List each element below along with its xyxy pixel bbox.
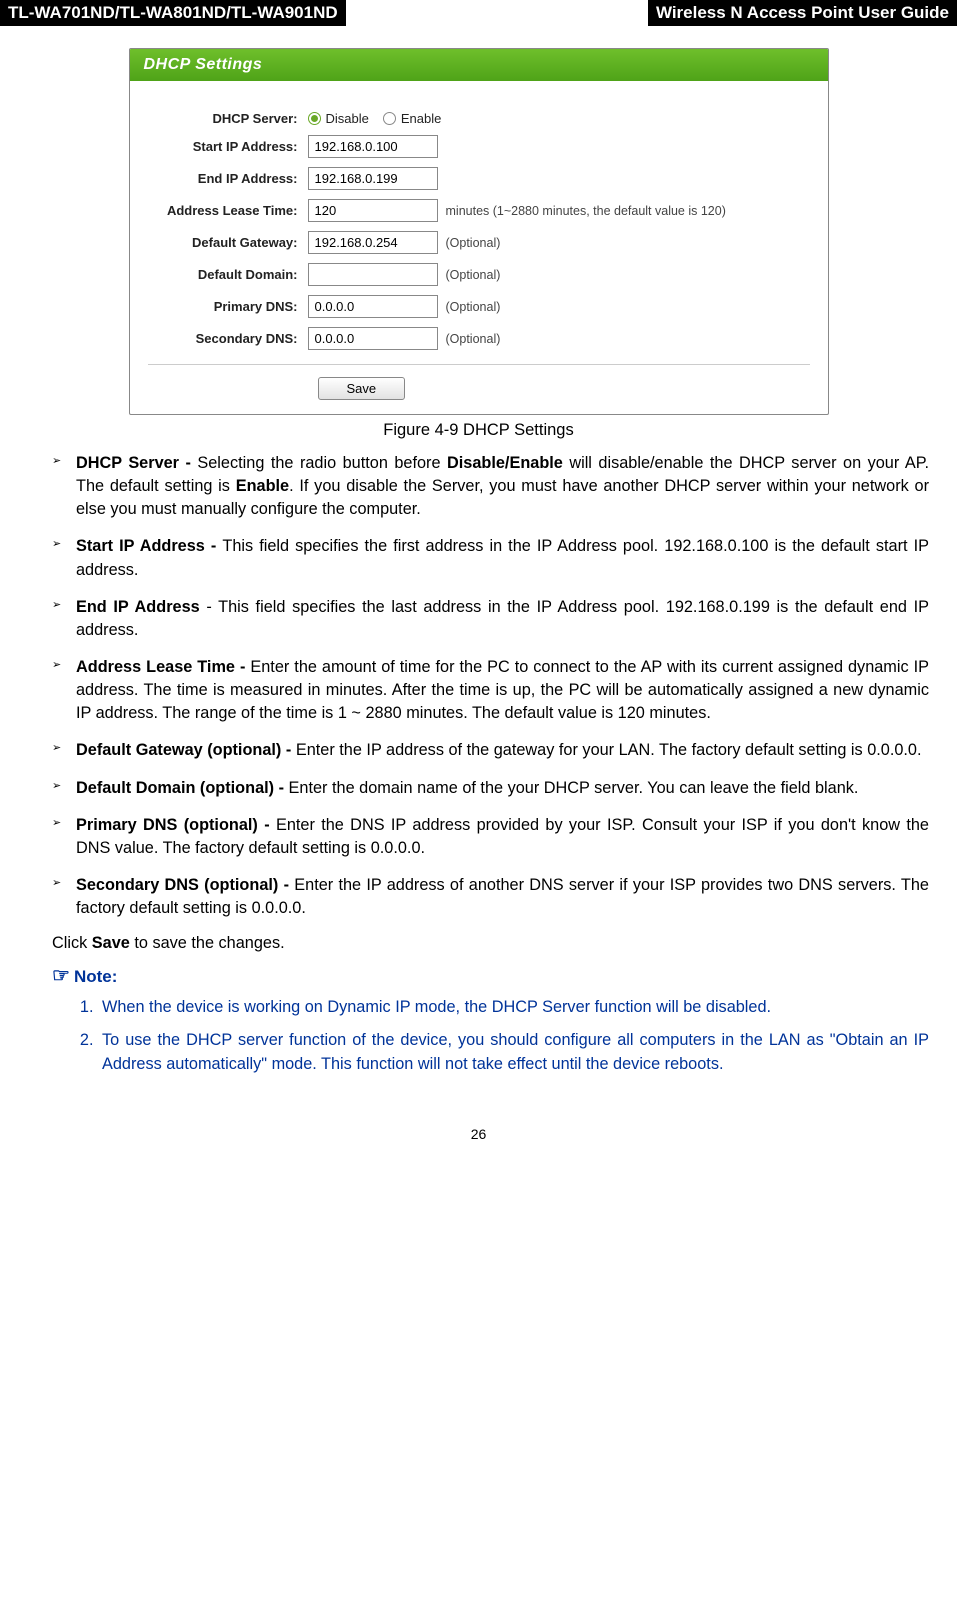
input-lease[interactable] xyxy=(308,199,438,222)
description-list: DHCP Server - Selecting the radio button… xyxy=(28,452,929,920)
b2-strong: Start IP Address - xyxy=(76,537,222,555)
row-lease: Address Lease Time: minutes (1~2880 minu… xyxy=(148,199,810,222)
label-end-ip: End IP Address: xyxy=(148,171,308,186)
bullet-lease: Address Lease Time - Enter the amount of… xyxy=(52,656,929,725)
note-label: Note: xyxy=(74,967,117,986)
click-save-pre: Click xyxy=(52,934,92,952)
radio-disable[interactable]: Disable xyxy=(308,111,369,126)
label-lease: Address Lease Time: xyxy=(148,203,308,218)
input-gateway[interactable] xyxy=(308,231,438,254)
label-domain: Default Domain: xyxy=(148,267,308,282)
b8-strong: Secondary DNS (optional) - xyxy=(76,876,294,894)
click-save-bold: Save xyxy=(92,934,130,952)
b7-strong: Primary DNS (optional) - xyxy=(76,816,276,834)
save-row: Save xyxy=(148,364,810,400)
row-end-ip: End IP Address: xyxy=(148,167,810,190)
row-gateway: Default Gateway: (Optional) xyxy=(148,231,810,254)
row-primary-dns: Primary DNS: (Optional) xyxy=(148,295,810,318)
hint-primary-dns: (Optional) xyxy=(446,300,501,314)
row-domain: Default Domain: (Optional) xyxy=(148,263,810,286)
panel-title: DHCP Settings xyxy=(130,49,828,81)
input-end-ip[interactable] xyxy=(308,167,438,190)
note-2: To use the DHCP server function of the d… xyxy=(98,1029,929,1075)
save-button[interactable]: Save xyxy=(318,377,406,400)
input-secondary-dns[interactable] xyxy=(308,327,438,350)
input-domain[interactable] xyxy=(308,263,438,286)
input-primary-dns[interactable] xyxy=(308,295,438,318)
b6-strong: Default Domain (optional) - xyxy=(76,779,289,797)
b1-strong: DHCP Server - xyxy=(76,454,197,472)
note-1: When the device is working on Dynamic IP… xyxy=(98,996,929,1019)
radio-enable-label: Enable xyxy=(401,111,441,126)
label-dhcp-server: DHCP Server: xyxy=(148,111,308,126)
b3-text: - This field specifies the last address … xyxy=(76,598,929,639)
hint-lease: minutes (1~2880 minutes, the default val… xyxy=(446,204,726,218)
hint-gateway: (Optional) xyxy=(446,236,501,250)
bullet-primary-dns: Primary DNS (optional) - Enter the DNS I… xyxy=(52,814,929,860)
b5-text: Enter the IP address of the gateway for … xyxy=(296,741,922,759)
row-secondary-dns: Secondary DNS: (Optional) xyxy=(148,327,810,350)
bullet-gateway: Default Gateway (optional) - Enter the I… xyxy=(52,739,929,762)
click-save-line: Click Save to save the changes. xyxy=(28,934,929,953)
input-start-ip[interactable] xyxy=(308,135,438,158)
page-number: 26 xyxy=(28,1126,929,1142)
page-header: TL-WA701ND/TL-WA801ND/TL-WA901ND Wireles… xyxy=(0,0,957,26)
radio-disable-label: Disable xyxy=(326,111,369,126)
dhcp-settings-panel: DHCP Settings DHCP Server: Disable Enabl… xyxy=(129,48,829,415)
row-dhcp-server: DHCP Server: Disable Enable xyxy=(148,111,810,126)
b5-strong: Default Gateway (optional) - xyxy=(76,741,296,759)
b4-strong: Address Lease Time - xyxy=(76,658,250,676)
radio-selected-icon xyxy=(308,112,321,125)
figure-caption: Figure 4-9 DHCP Settings xyxy=(28,421,929,440)
hint-secondary-dns: (Optional) xyxy=(446,332,501,346)
row-start-ip: Start IP Address: xyxy=(148,135,810,158)
label-primary-dns: Primary DNS: xyxy=(148,299,308,314)
b6-text: Enter the domain name of the your DHCP s… xyxy=(289,779,859,797)
b1-pre: Selecting the radio button before xyxy=(197,454,447,472)
header-right: Wireless N Access Point User Guide xyxy=(648,0,957,26)
bullet-dhcp-server: DHCP Server - Selecting the radio button… xyxy=(52,452,929,521)
bullet-domain: Default Domain (optional) - Enter the do… xyxy=(52,777,929,800)
click-save-post: to save the changes. xyxy=(130,934,285,952)
note-heading: ☞Note: xyxy=(28,963,929,988)
notes-list: When the device is working on Dynamic IP… xyxy=(28,996,929,1075)
bullet-end-ip: End IP Address - This field specifies th… xyxy=(52,596,929,642)
b1-mid-bold: Disable/Enable xyxy=(447,454,563,472)
hint-domain: (Optional) xyxy=(446,268,501,282)
b1-enable-bold: Enable xyxy=(236,477,289,495)
bullet-start-ip: Start IP Address - This field specifies … xyxy=(52,535,929,581)
hand-icon: ☞ xyxy=(52,965,70,987)
radio-enable[interactable]: Enable xyxy=(383,111,441,126)
b3-strong: End IP Address xyxy=(76,598,200,616)
label-gateway: Default Gateway: xyxy=(148,235,308,250)
header-left: TL-WA701ND/TL-WA801ND/TL-WA901ND xyxy=(0,0,346,26)
bullet-secondary-dns: Secondary DNS (optional) - Enter the IP … xyxy=(52,874,929,920)
label-secondary-dns: Secondary DNS: xyxy=(148,331,308,346)
label-start-ip: Start IP Address: xyxy=(148,139,308,154)
radio-unselected-icon xyxy=(383,112,396,125)
